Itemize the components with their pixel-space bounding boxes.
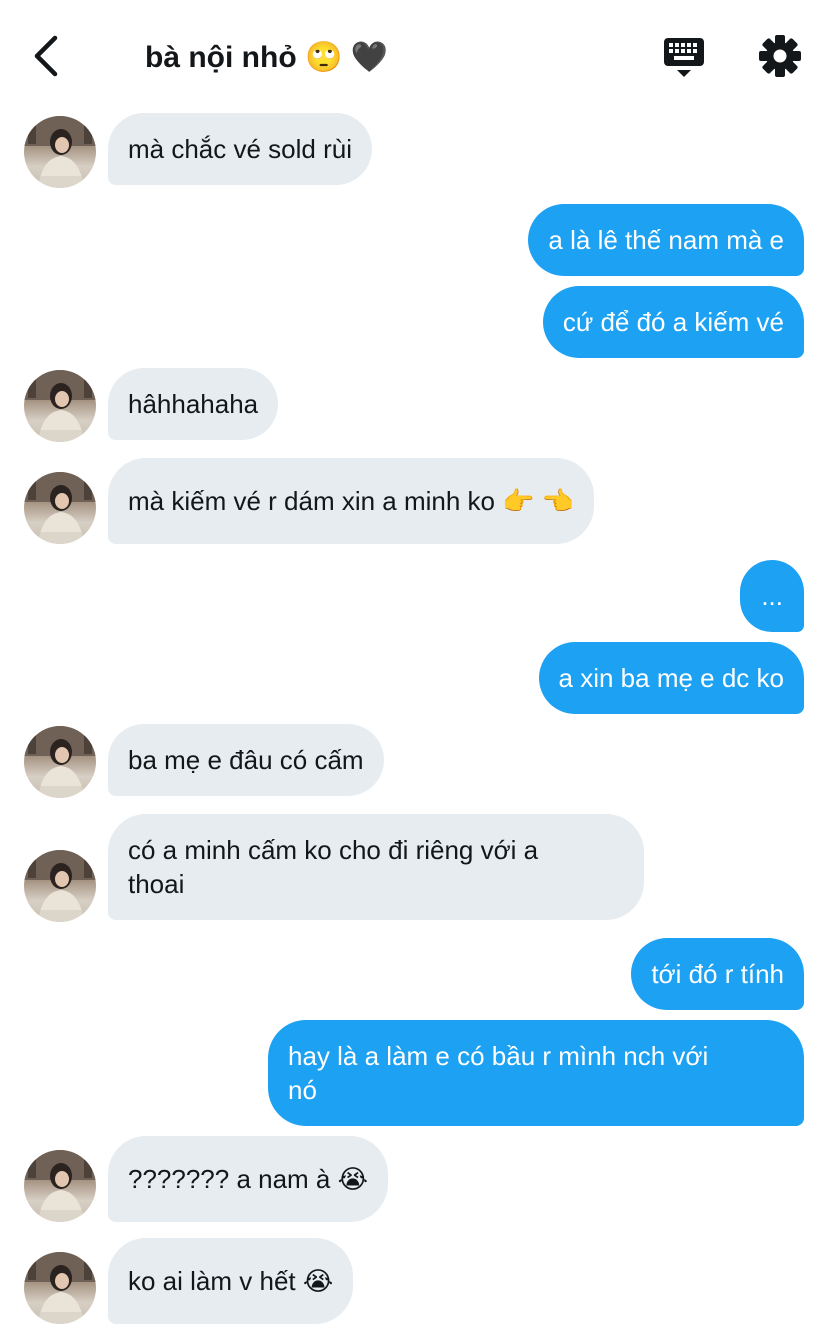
message-bubble-outgoing[interactable]: tới đó r tính <box>631 938 804 1010</box>
message-bubble-outgoing[interactable]: hay là a làm e có bầu r mình nch với nó <box>268 1020 804 1126</box>
settings-button[interactable] <box>756 32 804 80</box>
message-bubble-outgoing[interactable]: a là lê thế nam mà e <box>528 204 804 276</box>
sender-avatar[interactable] <box>24 116 96 188</box>
chevron-left-icon <box>34 35 58 77</box>
message-text: cứ để đó a kiếm vé <box>562 307 784 337</box>
message-bubble-incoming[interactable]: ??????? a nam à 😭 <box>108 1136 388 1222</box>
message-bubble-outgoing[interactable]: ... <box>740 560 804 632</box>
message-bubble-outgoing[interactable]: a xin ba mẹ e dc ko <box>538 642 804 714</box>
message-text: ba mẹ e đâu có cấm <box>128 745 364 775</box>
message-text-line: có a minh cấm ko cho đi riêng với a <box>128 835 539 865</box>
message-text: ko ai làm v hết 😭 <box>128 1266 334 1296</box>
message-text: a là lê thế nam mà e <box>548 225 784 255</box>
gear-icon <box>759 35 801 77</box>
sender-avatar[interactable] <box>24 370 96 442</box>
message-text: mà chắc vé sold rùi <box>128 134 352 164</box>
message-text: tới đó r tính <box>651 959 784 989</box>
message-bubble-outgoing[interactable]: cứ để đó a kiếm vé <box>542 286 804 358</box>
message-bubble-incoming[interactable]: ko ai làm v hết 😭 <box>108 1238 354 1324</box>
message-text: hâhhahaha <box>128 389 259 419</box>
message-bubble-incoming[interactable]: mà kiếm vé r dám xin a minh ko 👉 👈 <box>108 458 595 544</box>
message-bubble-incoming[interactable]: hâhhahaha <box>108 368 279 440</box>
message-text-line: thoai <box>128 869 185 899</box>
message-text-line: hay là a làm e có bầu r mình nch với <box>288 1041 709 1071</box>
message-text: a xin ba mẹ e dc ko <box>558 663 784 693</box>
sender-avatar[interactable] <box>24 726 96 798</box>
sender-avatar[interactable] <box>24 472 96 544</box>
back-button[interactable] <box>22 32 70 80</box>
message-bubble-incoming[interactable]: mà chắc vé sold rùi <box>108 113 372 185</box>
conversation-title[interactable]: bà nội nhỏ 🙄 🖤 <box>145 36 388 80</box>
message-text: ... <box>761 581 783 611</box>
sender-avatar[interactable] <box>24 1252 96 1324</box>
message-bubble-incoming[interactable]: có a minh cấm ko cho đi riêng với a thoa… <box>108 814 644 920</box>
message-bubble-incoming[interactable]: ba mẹ e đâu có cấm <box>108 724 384 796</box>
message-text: mà kiếm vé r dám xin a minh ko 👉 👈 <box>128 486 575 516</box>
keyboard-icon <box>664 38 704 77</box>
sender-avatar[interactable] <box>24 850 96 922</box>
keyboard-button[interactable] <box>660 34 708 80</box>
message-text: ??????? a nam à 😭 <box>128 1164 368 1194</box>
conversation-header: bà nội nhỏ 🙄 🖤 <box>0 0 828 110</box>
message-text-line: nó <box>288 1075 317 1105</box>
sender-avatar[interactable] <box>24 1150 96 1222</box>
